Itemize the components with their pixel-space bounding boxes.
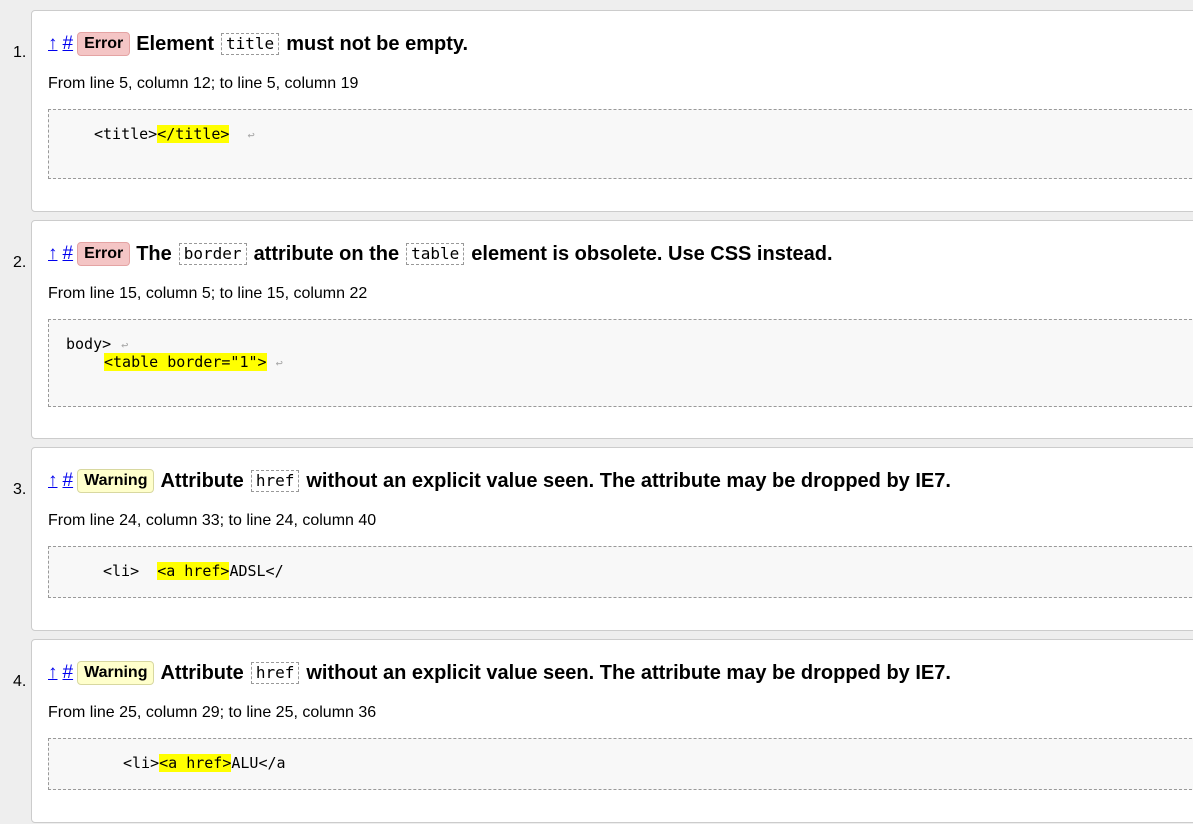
warning-badge: Warning xyxy=(77,661,155,685)
attribute-name-code: border xyxy=(178,243,247,265)
highlighted-code: <a href> xyxy=(159,754,232,772)
element-name-code: title xyxy=(221,33,280,55)
message-text: The xyxy=(136,243,172,265)
message-item: 1. ↑ # Error Element title must not be e… xyxy=(0,10,1193,212)
code-extract: <li> <a href>ADSL</ xyxy=(48,546,1193,598)
extract-line: <table border="1"> ↩ xyxy=(104,353,283,372)
message-text: attribute on the xyxy=(253,243,400,265)
message-number: 3. xyxy=(13,481,27,498)
message-text: without an explicit value seen. The attr… xyxy=(306,470,951,492)
attribute-name-code: href xyxy=(250,662,300,684)
location-text: From line 25, column 29; to line 25, col… xyxy=(48,704,377,721)
permalink-hash-link[interactable]: # xyxy=(63,241,74,267)
up-arrow-link[interactable]: ↑ xyxy=(48,660,58,686)
line-break-icon: ↩ xyxy=(121,338,129,352)
message-text: element is obsolete. Use CSS instead. xyxy=(471,243,833,265)
permalink-hash-link[interactable]: # xyxy=(63,660,74,686)
location-text: From line 15, column 5; to line 15, colu… xyxy=(48,285,368,302)
message-number: 4. xyxy=(13,673,27,690)
line-break-icon: ↩ xyxy=(275,356,283,370)
line-break-icon: ↩ xyxy=(247,128,255,142)
message-card: ↑ # Error The border attribute on the ta… xyxy=(31,220,1193,439)
element-name-code: table xyxy=(406,243,465,265)
error-badge: Error xyxy=(77,242,131,266)
attribute-name-code: href xyxy=(250,470,300,492)
message-item: 2. ↑ # Error The border attribute on the… xyxy=(0,220,1193,440)
extract-line: <title></title> ↩ xyxy=(94,125,255,143)
highlighted-code: <table border="1"> xyxy=(104,353,267,371)
location-text: From line 24, column 33; to line 24, col… xyxy=(48,512,377,529)
up-arrow-link[interactable]: ↑ xyxy=(48,468,58,494)
extract-line: body> ↩ xyxy=(66,335,129,353)
message-text: Attribute xyxy=(160,662,244,684)
message-heading: ↑ # Warning Attribute href without an ex… xyxy=(48,468,951,494)
message-item: 3. ↑ # Warning Attribute href without an… xyxy=(0,447,1193,631)
message-card: ↑ # Warning Attribute href without an ex… xyxy=(31,639,1193,823)
message-text: Element xyxy=(136,33,215,55)
message-number: 1. xyxy=(13,44,27,61)
message-text: must not be empty. xyxy=(286,33,469,55)
message-item: 4. ↑ # Warning Attribute href without an… xyxy=(0,639,1193,824)
up-arrow-link[interactable]: ↑ xyxy=(48,31,58,57)
up-arrow-link[interactable]: ↑ xyxy=(48,241,58,267)
message-heading: ↑ # Warning Attribute href without an ex… xyxy=(48,660,951,686)
highlighted-code: <a href> xyxy=(157,562,230,580)
code-extract: <title></title> ↩ xyxy=(48,109,1193,179)
highlighted-code: </title> xyxy=(157,125,230,143)
message-text: Attribute xyxy=(160,470,244,492)
message-heading: ↑ # Error Element title must not be empt… xyxy=(48,31,468,57)
permalink-hash-link[interactable]: # xyxy=(63,31,74,57)
message-number: 2. xyxy=(13,254,27,271)
permalink-hash-link[interactable]: # xyxy=(63,468,74,494)
code-extract: body> ↩ <table border="1"> ↩ xyxy=(48,319,1193,407)
code-extract: <li><a href>ALU</a xyxy=(48,738,1193,790)
location-text: From line 5, column 12; to line 5, colum… xyxy=(48,75,359,92)
message-text: without an explicit value seen. The attr… xyxy=(306,662,951,684)
error-badge: Error xyxy=(77,32,131,56)
message-card: ↑ # Warning Attribute href without an ex… xyxy=(31,447,1193,631)
message-heading: ↑ # Error The border attribute on the ta… xyxy=(48,241,833,267)
extract-line: <li> <a href>ADSL</ xyxy=(103,562,284,580)
extract-line: <li><a href>ALU</a xyxy=(123,754,286,772)
message-card: ↑ # Error Element title must not be empt… xyxy=(31,10,1193,212)
warning-badge: Warning xyxy=(77,469,155,493)
